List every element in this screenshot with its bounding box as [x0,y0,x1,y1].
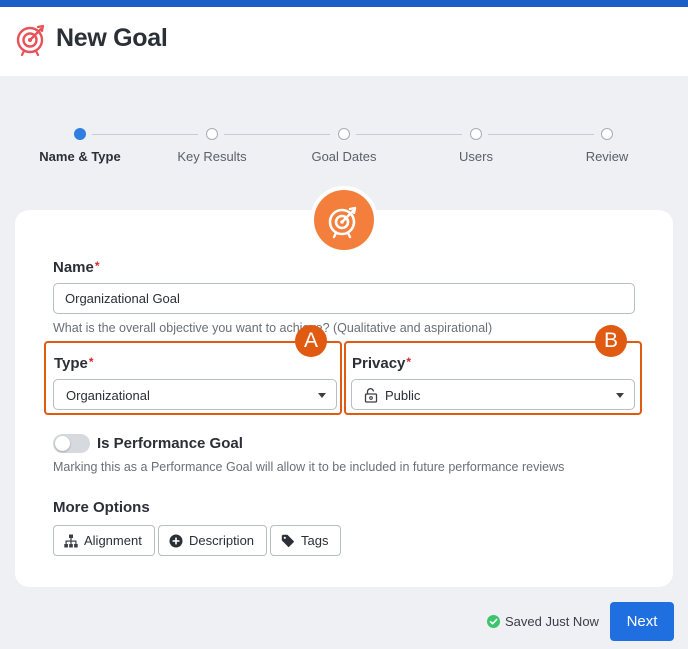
top-accent-bar [0,0,688,7]
description-button[interactable]: Description [158,525,267,556]
callout-badge-a: A [295,325,327,357]
performance-goal-label: Is Performance Goal [97,435,243,452]
required-marker: * [94,259,100,273]
step-dot-users[interactable] [470,128,482,140]
hierarchy-icon [64,534,78,547]
goal-badge [310,186,378,254]
performance-goal-toggle[interactable] [53,434,90,453]
alignment-button[interactable]: Alignment [53,525,155,556]
performance-goal-hint: Marking this as a Performance Goal will … [53,460,565,474]
plus-circle-icon [169,534,183,547]
step-dot-review[interactable] [601,128,613,140]
target-arrow-icon [16,24,45,56]
stepper-connector [356,134,462,135]
toggle-knob [55,436,70,451]
check-circle-icon [487,615,500,628]
step-label-name-type[interactable]: Name & Type [20,149,140,164]
next-button[interactable]: Next [610,602,674,641]
step-dot-goal-dates[interactable] [338,128,350,140]
stepper-connector [92,134,198,135]
step-dot-name-type[interactable] [74,128,86,140]
tag-icon [281,534,295,547]
save-status-text: Saved Just Now [505,614,599,629]
page-title: New Goal [56,24,168,52]
callout-badge-b: B [595,325,627,357]
callout-box-a [44,341,342,415]
target-arrow-icon [328,206,357,239]
stepper-connector [224,134,330,135]
description-button-label: Description [189,533,255,548]
tags-button-label: Tags [301,533,329,548]
step-label-key-results[interactable]: Key Results [152,149,272,164]
stepper-connector [488,134,594,135]
more-options-label: More Options [53,499,150,516]
tags-button[interactable]: Tags [270,525,341,556]
name-label: Name* [53,259,100,276]
alignment-button-label: Alignment [84,533,142,548]
save-status: Saved Just Now [487,614,599,629]
step-label-users[interactable]: Users [416,149,536,164]
step-dot-key-results[interactable] [206,128,218,140]
step-label-goal-dates[interactable]: Goal Dates [284,149,404,164]
step-label-review[interactable]: Review [547,149,667,164]
name-hint: What is the overall objective you want t… [53,321,493,335]
name-input[interactable] [53,283,635,314]
callout-box-b [344,341,642,415]
page-header: New Goal [0,7,688,76]
